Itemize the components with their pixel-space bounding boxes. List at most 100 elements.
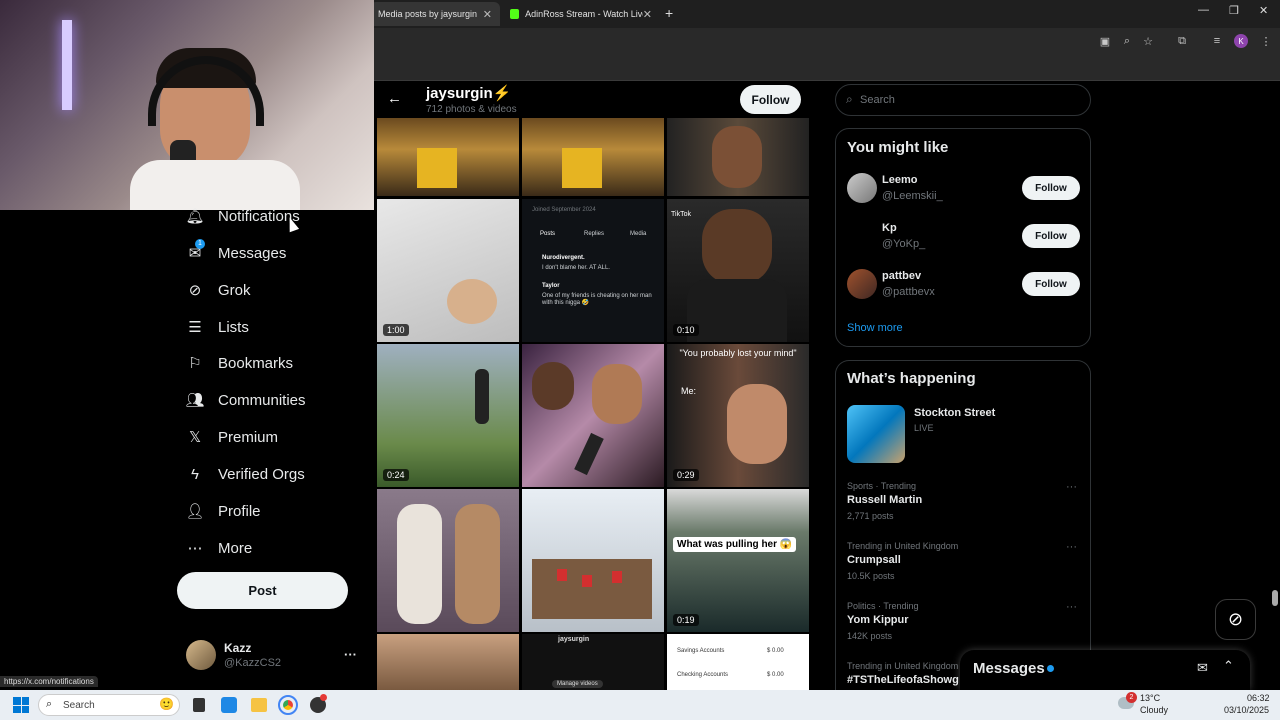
channel-handle: jaysurgin — [558, 636, 590, 643]
sidebar-item-label: Bookmarks — [218, 354, 294, 372]
sidebar-item-lists[interactable]: ☰ Lists — [186, 312, 249, 342]
chrome-icon[interactable] — [278, 695, 298, 715]
video-duration: 0:10 — [673, 324, 699, 336]
new-tab-button[interactable]: + — [665, 5, 673, 21]
media-tile[interactable]: TikTok 0:10 — [667, 199, 809, 342]
trend-item[interactable]: Trending in United Kingdom Crumpsall 10.5K… — [847, 541, 1081, 593]
close-window-button[interactable]: ✕ — [1259, 4, 1268, 17]
sidebar-item-messages[interactable]: ✉ 1 Messages — [186, 238, 286, 268]
minimize-button[interactable]: — — [1198, 4, 1209, 16]
media-tile[interactable]: What was pulling her 😱 0:19 — [667, 489, 809, 632]
media-tile[interactable] — [522, 489, 664, 632]
trend-item[interactable]: Politics · Trending Yom Kippur 142K posts ·… — [847, 601, 1081, 653]
sidebar-item-profile[interactable]: 👤︎ Profile — [185, 496, 260, 526]
weather-desc: Cloudy — [1140, 705, 1169, 715]
sidebar-item-more[interactable]: ⋯ More — [186, 533, 253, 563]
media-tile[interactable] — [522, 118, 664, 196]
scrollbar[interactable] — [1272, 590, 1278, 606]
suggestion-handle: @pattbevx — [882, 286, 935, 298]
show-more-link[interactable]: Show more — [847, 322, 903, 334]
expand-icon[interactable]: ⌃ — [1223, 658, 1234, 674]
sidebar-item-premium[interactable]: 𝕏 Premium — [186, 422, 278, 452]
media-tile[interactable] — [377, 489, 519, 632]
media-tile[interactable]: Joined September 2024 Posts Replies Medi… — [522, 199, 664, 342]
chrome-menu-icon[interactable]: ⋮ — [1258, 33, 1274, 49]
taskbar-search[interactable]: ⌕ Search 🙂 — [38, 694, 180, 716]
live-thumbnail[interactable] — [847, 405, 905, 463]
media-tile[interactable] — [667, 118, 809, 196]
follow-button[interactable]: Follow — [1022, 176, 1080, 200]
cast-icon[interactable]: ▣ — [1097, 33, 1113, 49]
video-duration: 1:00 — [383, 324, 409, 336]
meme-caption: Me: — [681, 386, 697, 396]
tab-adinross-stream[interactable]: AdinRoss Stream - Watch Live o ✕ — [502, 2, 660, 26]
search-placeholder: Search — [860, 94, 895, 106]
trend-count: 142K posts — [847, 631, 893, 641]
whats-happening-card: What’s happening Stockton Street LIVE Sp… — [835, 360, 1091, 700]
microphone — [574, 432, 604, 476]
suggestion-handle: @Leemskii_ — [882, 190, 943, 202]
suggestion-handle: @YoKp_ — [882, 238, 926, 250]
media-tile[interactable] — [377, 634, 519, 690]
media-tile[interactable]: 0:24 — [377, 344, 519, 487]
file-explorer-icon[interactable] — [251, 698, 267, 712]
tab-media-posts[interactable]: Media posts by jaysurgin⚡ ✕ — [370, 2, 500, 26]
media-tile[interactable]: Savings Accounts $ 0.00 Checking Account… — [667, 634, 809, 690]
search-box[interactable]: ⌕ Search — [835, 84, 1091, 116]
suggestion-name: Kp — [882, 222, 897, 234]
account-switcher[interactable]: Kazz @KazzCS2 ··· — [186, 640, 362, 676]
follow-button[interactable]: Follow — [1022, 224, 1080, 248]
lightning-icon: ϟ — [191, 465, 199, 483]
trend-item[interactable]: Sports · Trending Russell Martin 2,771 pos… — [847, 481, 1081, 533]
tweet-user: Nurodivergent. — [542, 255, 585, 261]
grok-float-button[interactable]: ⊘ — [1215, 599, 1256, 640]
tab-label: Media posts by jaysurgin⚡ — [378, 8, 478, 19]
zoom-icon[interactable]: ⌕ — [1119, 33, 1135, 49]
store-icon[interactable] — [221, 697, 237, 713]
media-tile[interactable] — [522, 344, 664, 487]
extensions-icon[interactable]: ⧉ — [1174, 33, 1190, 49]
trend-more-icon[interactable]: ··· — [1066, 481, 1077, 493]
close-tab-icon[interactable]: ✕ — [483, 8, 492, 21]
section-title: You might like — [847, 139, 949, 156]
follow-button[interactable]: Follow — [740, 85, 801, 114]
sidebar-item-notifications[interactable]: 🔔︎ Notifications — [185, 201, 299, 231]
notification-dot — [320, 694, 327, 701]
live-title[interactable]: Stockton Street — [914, 407, 995, 419]
sidebar-item-verified-orgs[interactable]: ϟ Verified Orgs — [186, 459, 305, 489]
new-message-icon[interactable]: ✉ — [1197, 660, 1208, 676]
messages-drawer[interactable]: Messages ✉ ⌃ — [960, 650, 1250, 690]
close-tab-icon[interactable]: ✕ — [643, 8, 652, 21]
trend-more-icon[interactable]: ··· — [1066, 541, 1077, 553]
sidebar-item-communities[interactable]: 👥︎ Communities — [185, 385, 305, 415]
sidebar-item-grok[interactable]: ⊘ Grok — [186, 275, 251, 305]
follow-button[interactable]: Follow — [1022, 272, 1080, 296]
account-more-icon[interactable]: ··· — [344, 647, 357, 662]
person — [455, 504, 500, 624]
media-tile[interactable]: 1:00 — [377, 199, 519, 342]
emoji-icon: 🙂 — [159, 697, 174, 711]
suggestion-row[interactable]: pattbev @pattbevx Follow — [847, 269, 1081, 309]
post-button[interactable]: Post — [177, 572, 348, 609]
avatar — [847, 269, 877, 299]
media-tile[interactable] — [377, 118, 519, 196]
media-control-icon[interactable]: ≡ — [1209, 33, 1225, 49]
suggestion-row[interactable]: Kp @YoKp_ Follow — [847, 221, 1081, 261]
trend-more-icon[interactable]: ··· — [1066, 601, 1077, 613]
sidebar-item-bookmarks[interactable]: ⚐ Bookmarks — [186, 348, 293, 378]
shirt — [687, 279, 787, 342]
clock-date[interactable]: 03/10/2025 — [1224, 705, 1269, 715]
back-arrow-icon[interactable]: ← — [387, 90, 402, 107]
restore-button[interactable]: ❐ — [1229, 4, 1239, 17]
trend-count: 10.5K posts — [847, 571, 895, 581]
task-view-icon[interactable] — [193, 698, 205, 712]
clock-time[interactable]: 06:32 — [1247, 693, 1270, 703]
windows-start-icon[interactable] — [13, 697, 29, 713]
media-tile[interactable]: "You probably lost your mind" Me: 0:29 — [667, 344, 809, 487]
suggestion-row[interactable]: Leemo @Leemskii_ Follow — [847, 173, 1081, 213]
search-icon: ⌕ — [46, 698, 53, 710]
bookmark-star-icon[interactable]: ☆ — [1140, 33, 1156, 49]
media-tile[interactable]: jaysurgin Manage videos — [522, 634, 664, 690]
profile-avatar[interactable]: K — [1234, 34, 1248, 48]
avatar — [847, 221, 877, 251]
